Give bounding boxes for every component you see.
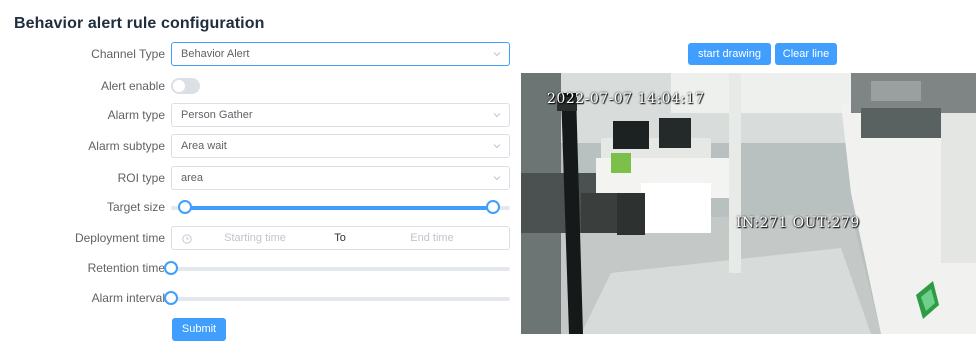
chevron-down-icon — [493, 142, 501, 150]
deployment-time-row: Deployment time Starting time To End tim… — [0, 226, 520, 252]
slider-fill — [184, 206, 494, 210]
switch-knob — [173, 80, 185, 92]
alert-enable-switch[interactable] — [171, 78, 200, 94]
submit-button[interactable]: Submit — [172, 318, 226, 341]
retention-time-slider[interactable] — [164, 261, 510, 275]
deployment-time-label: Deployment time — [74, 231, 165, 245]
roi-type-row: ROI type area — [0, 166, 520, 192]
channel-type-value: Behavior Alert — [181, 48, 250, 60]
target-size-slider[interactable] — [171, 200, 510, 214]
camera-frame-image — [521, 73, 976, 334]
target-size-label: Target size — [106, 200, 165, 214]
retention-time-label: Retention time — [87, 261, 165, 275]
chevron-down-icon — [493, 50, 501, 58]
range-separator: To — [334, 232, 346, 244]
end-time-input[interactable]: End time — [377, 227, 487, 249]
deployment-time-range[interactable]: Starting time To End time — [171, 226, 510, 250]
alert-enable-label: Alert enable — [100, 79, 165, 93]
channel-type-select[interactable]: Behavior Alert — [171, 42, 510, 66]
channel-type-row: Channel Type Behavior Alert — [0, 42, 520, 68]
slider-min-handle[interactable] — [177, 200, 192, 214]
channel-type-label: Channel Type — [91, 47, 165, 61]
retention-time-row: Retention time — [0, 256, 520, 282]
alarm-interval-label: Alarm interval — [91, 291, 165, 305]
roi-type-select[interactable]: area — [171, 166, 510, 190]
start-drawing-button[interactable]: start drawing — [688, 43, 771, 65]
alarm-type-select[interactable]: Person Gather — [171, 103, 510, 127]
page-title: Behavior alert rule configuration — [14, 15, 265, 32]
alarm-interval-slider[interactable] — [164, 291, 510, 305]
slider-handle[interactable] — [164, 291, 178, 305]
slider-handle[interactable] — [164, 261, 178, 275]
video-timestamp: 2022-07-07 14:04:17 — [547, 91, 705, 107]
clear-line-button[interactable]: Clear line — [775, 43, 837, 65]
start-time-input[interactable]: Starting time — [200, 227, 310, 249]
alarm-subtype-select[interactable]: Area wait — [171, 134, 510, 158]
alarm-subtype-row: Alarm subtype Area wait — [0, 134, 520, 160]
slider-max-handle[interactable] — [486, 200, 501, 214]
rule-config-panel: Behavior alert rule configuration Channe… — [0, 0, 976, 341]
chevron-down-icon — [493, 111, 501, 119]
clock-icon — [182, 233, 192, 244]
roi-type-value: area — [181, 172, 204, 184]
alert-enable-row: Alert enable — [0, 74, 520, 100]
chevron-down-icon — [493, 174, 501, 182]
alarm-type-row: Alarm type Person Gather — [0, 103, 520, 129]
alarm-subtype-value: Area wait — [181, 140, 227, 152]
target-size-row: Target size — [0, 195, 520, 221]
alarm-subtype-label: Alarm subtype — [88, 139, 165, 153]
alarm-type-value: Person Gather — [181, 109, 253, 121]
camera-video-view[interactable]: 2022-07-07 14:04:17 IN:271 OUT:279 — [521, 73, 976, 334]
people-counter: IN:271 OUT:279 — [736, 215, 860, 231]
alarm-interval-row: Alarm interval — [0, 286, 520, 312]
alarm-type-label: Alarm type — [107, 108, 165, 122]
roi-type-label: ROI type — [117, 171, 165, 185]
